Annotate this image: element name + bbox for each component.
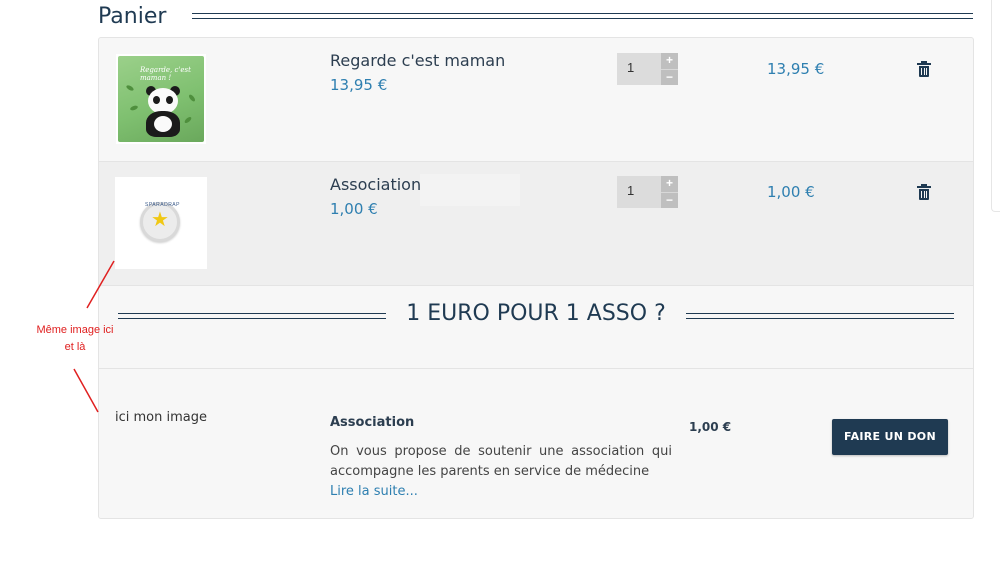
trash-can [919,189,929,200]
book-cover-title: Regarde, c'est maman ! [140,66,191,82]
trash-icon[interactable] [917,61,931,78]
donation-image-placeholder: ici mon image [115,410,207,425]
product-total: 1,00 € [767,183,815,201]
product-unit-price: 13,95 € [330,76,388,94]
leaf-shape [187,93,197,103]
leaf-shape [125,84,135,92]
annotation-line-2: et là [64,341,86,353]
read-more-link[interactable]: Lire la suite... [330,484,418,499]
minus-icon[interactable]: − [661,69,678,84]
product-name[interactable]: Association [330,175,421,194]
donation-heading: 1 EURO POUR 1 ASSO ? [406,301,666,326]
trash-stripe [924,191,925,198]
trash-lid [917,186,931,188]
promo-divider-left [118,313,386,319]
quantity-stepper[interactable]: 1 + − [617,53,678,85]
trash-stripe [924,68,925,75]
star-icon: ★ [151,209,169,231]
blank-area [420,174,520,206]
trash-lid [917,63,931,65]
product-image-association[interactable]: SPARADRAP ★ [115,177,207,269]
product-image-book[interactable]: Regarde, c'est maman ! [116,54,206,144]
panda-belly [154,116,172,132]
trash-stripe [921,68,922,75]
quantity-buttons: + − [661,53,678,85]
page-title: Panier [98,4,167,29]
title-divider [192,13,973,19]
quantity-stepper[interactable]: 1 + − [617,176,678,208]
donate-button[interactable]: FAIRE UN DON [832,419,948,455]
product-name[interactable]: Regarde c'est maman [330,51,505,70]
trash-icon[interactable] [917,184,931,201]
quantity-value[interactable]: 1 [627,183,634,198]
promo-divider-right [686,313,954,319]
quantity-value[interactable]: 1 [627,60,634,75]
annotation-line-1: Même image ici [36,324,114,336]
quantity-buttons: + − [661,176,678,208]
side-panel-edge [991,0,1000,212]
panda-eye [166,96,173,104]
annotation-arrow-down [73,368,99,413]
badge-text: SPARADRAP [145,202,180,208]
product-total: 13,95 € [767,60,825,78]
row-divider [99,161,973,162]
leaf-shape [129,104,139,112]
donation-name: Association [330,415,415,430]
annotation-note: Même image ici et là [14,322,136,356]
trash-stripe [921,191,922,198]
donation-price: 1,00 € [689,420,732,434]
cart-row-background [99,161,973,285]
plus-icon[interactable]: + [661,176,678,191]
product-unit-price: 1,00 € [330,200,378,218]
donation-description: On vous propose de soutenir une associat… [330,444,672,479]
association-badge-icon: SPARADRAP ★ [140,202,180,242]
trash-stripe [926,68,927,75]
minus-icon[interactable]: − [661,192,678,207]
book-cover-art: Regarde, c'est maman ! [118,56,204,142]
trash-can [919,66,929,77]
row-divider [99,368,973,369]
leaf-shape [183,115,193,125]
trash-stripe [926,191,927,198]
plus-icon[interactable]: + [661,53,678,68]
panda-eye [153,96,160,104]
row-divider [99,285,973,286]
